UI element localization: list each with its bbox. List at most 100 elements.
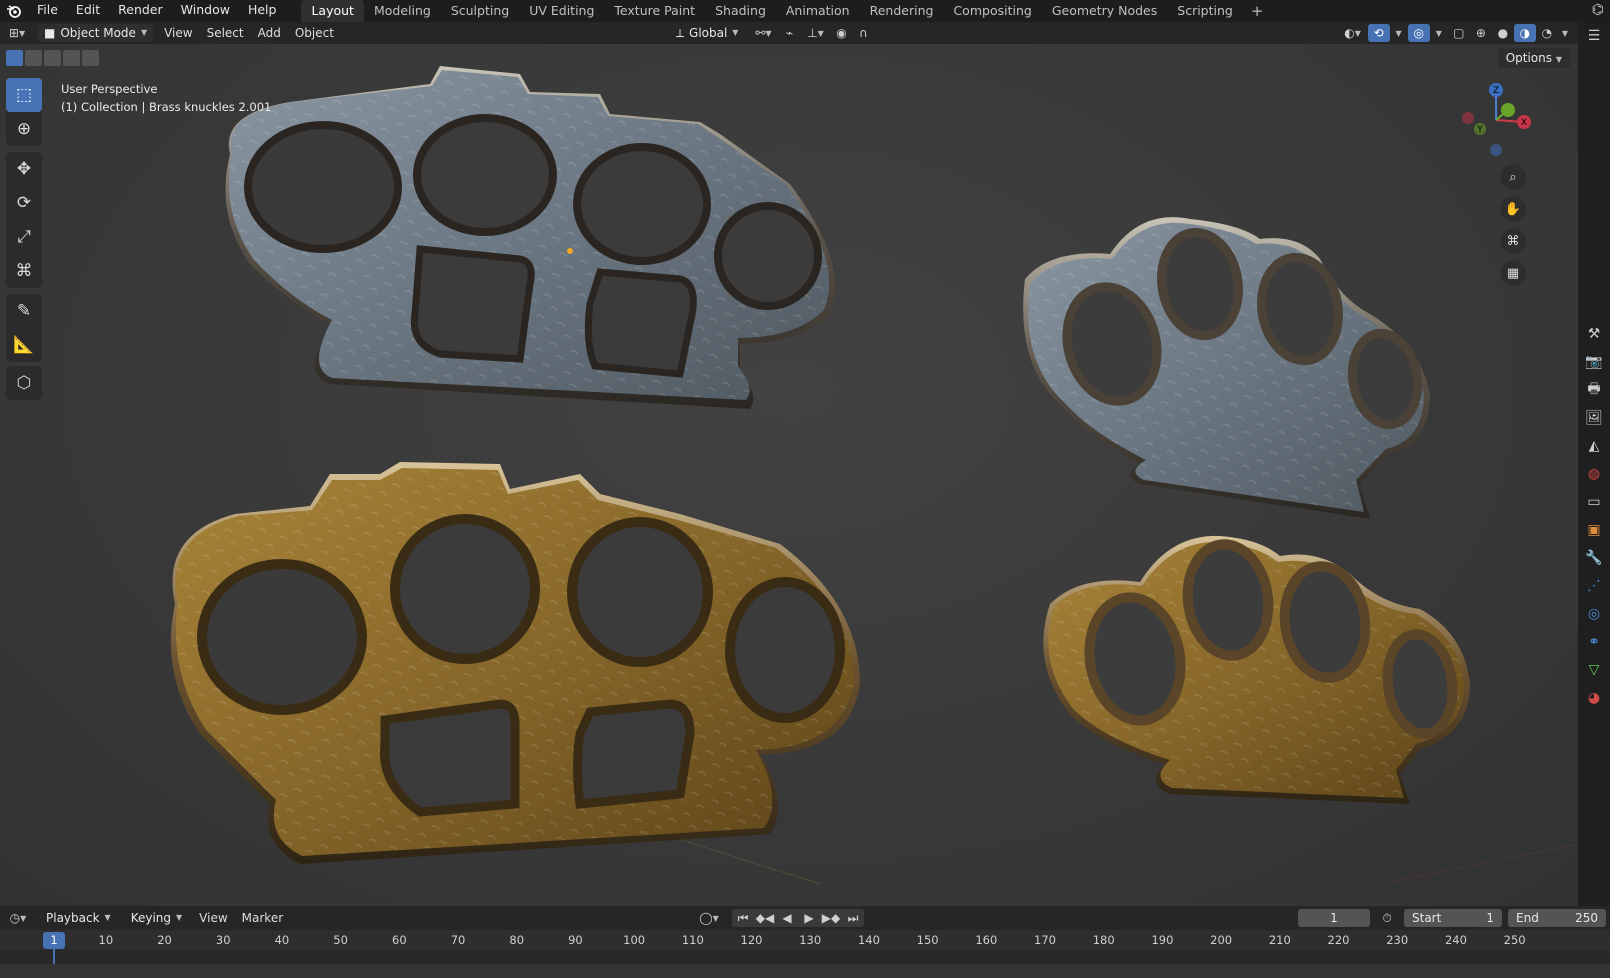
tab-shading[interactable]: Shading — [705, 0, 776, 22]
world-icon[interactable]: ◍ — [1578, 460, 1610, 488]
gizmo-y-axis[interactable] — [1501, 103, 1515, 117]
menu-help[interactable]: Help — [239, 0, 286, 22]
object-icon[interactable]: ▣ — [1578, 516, 1610, 544]
constraints-icon[interactable]: ⚭ — [1578, 628, 1610, 656]
add-cube-icon[interactable]: ⬡ — [6, 366, 42, 400]
end-frame-field[interactable]: End 250 — [1508, 909, 1606, 927]
view-layer-icon[interactable]: 🖼 — [1578, 404, 1610, 432]
play-reverse-icon[interactable]: ◀ — [776, 909, 798, 927]
tool-settings-icon[interactable]: ⚒ — [1578, 320, 1610, 348]
physics-icon[interactable]: ◎ — [1578, 600, 1610, 628]
camera-view-icon[interactable]: ⌘ — [1500, 228, 1526, 254]
jump-start-icon[interactable]: ⏮ — [732, 909, 754, 927]
tab-animation[interactable]: Animation — [776, 0, 860, 22]
select-menu[interactable]: Select — [200, 23, 251, 43]
chevron-down-icon[interactable]: ▼ — [1396, 29, 1402, 38]
add-workspace-icon[interactable]: + — [1243, 0, 1272, 22]
chevron-down-icon[interactable]: ▼ — [1562, 29, 1568, 38]
play-icon[interactable]: ▶ — [798, 909, 820, 927]
material-preview-icon[interactable]: ◑ — [1513, 24, 1536, 42]
overlays-toggle-icon[interactable]: ◎ — [1407, 24, 1430, 42]
playback-menu[interactable]: Playback ▼ — [40, 909, 117, 927]
options-dropdown[interactable]: Options ▼ — [1497, 48, 1570, 68]
steel-knuckle-front[interactable] — [225, 66, 836, 409]
pivot-point-icon[interactable]: ⚯ ▼ — [748, 24, 778, 42]
current-frame-field[interactable]: 1 — [1298, 909, 1370, 927]
scene-icon[interactable]: ◭ — [1578, 432, 1610, 460]
menu-window[interactable]: Window — [172, 0, 239, 22]
tab-modeling[interactable]: Modeling — [364, 0, 441, 22]
zoom-icon[interactable]: ⌕ — [1500, 164, 1526, 190]
navigation-gizmo[interactable]: Z X Y — [1458, 82, 1534, 158]
transform-orientation-dropdown[interactable]: ⟂ Global ▼ — [670, 24, 744, 42]
view-menu[interactable]: View — [157, 23, 199, 43]
outliner-icon[interactable]: ☰ — [1578, 22, 1610, 50]
auto-keying-icon[interactable]: ◯ ▼ — [694, 909, 724, 927]
data-icon[interactable]: ▽ — [1578, 656, 1610, 684]
stopwatch-icon[interactable]: ⏱ — [1376, 909, 1398, 927]
select-invert-icon[interactable] — [63, 50, 80, 66]
gizmo-neg-x[interactable] — [1462, 112, 1474, 124]
select-extend-icon[interactable] — [25, 50, 42, 66]
scale-icon[interactable]: ⤢ — [6, 220, 42, 254]
keying-menu[interactable]: Keying ▼ — [125, 909, 188, 927]
output-icon[interactable]: 🖶 — [1578, 376, 1610, 404]
solid-shading-icon[interactable]: ● — [1492, 24, 1514, 42]
select-box-icon[interactable]: ⬚ — [6, 78, 42, 112]
select-intersect-icon[interactable] — [82, 50, 99, 66]
marker-menu[interactable]: Marker — [235, 908, 290, 928]
prev-keyframe-icon[interactable]: ◆◀ — [754, 909, 776, 927]
collection-icon[interactable]: ▭ — [1578, 488, 1610, 516]
tab-layout[interactable]: Layout — [301, 0, 364, 22]
visibility-icon[interactable]: ◐ ▼ — [1338, 24, 1368, 42]
particles-icon[interactable]: ⋰ — [1578, 572, 1610, 600]
mode-selector[interactable]: ■ Object Mode ▼ — [38, 24, 154, 42]
brass-knuckle-front[interactable] — [170, 462, 861, 864]
next-keyframe-icon[interactable]: ▶◆ — [820, 909, 842, 927]
menu-file[interactable]: File — [28, 0, 67, 22]
timeline-editor-icon[interactable]: ◷ ▼ — [0, 909, 36, 927]
tab-sculpting[interactable]: Sculpting — [441, 0, 519, 22]
snap-toggle-icon[interactable]: ⌁ — [778, 24, 800, 42]
measure-icon[interactable]: 📐 — [6, 328, 42, 362]
rendered-shading-icon[interactable]: ◔ — [1536, 24, 1558, 42]
add-menu[interactable]: Add — [251, 23, 288, 43]
material-icon[interactable]: ◕ — [1578, 684, 1610, 712]
modifier-wrench-icon[interactable]: 🔧 — [1578, 544, 1610, 572]
xray-toggle-icon[interactable]: ▢ — [1448, 24, 1470, 42]
scene-selector-icon[interactable]: ⌬ — [1592, 2, 1604, 18]
3d-viewport[interactable]: ⬚ ⊕ ✥ ⟳ ⤢ ⌘ ✎ 📐 ⬡ User Perspective (1) C… — [0, 44, 1578, 906]
annotate-icon[interactable]: ✎ — [6, 294, 42, 328]
proportional-editing-icon[interactable]: ◉ — [830, 24, 852, 42]
falloff-icon[interactable]: ∩ — [852, 24, 874, 42]
gizmo-toggle-icon[interactable]: ⟲ — [1367, 24, 1390, 42]
wireframe-shading-icon[interactable]: ⊕ — [1470, 24, 1492, 42]
tab-compositing[interactable]: Compositing — [943, 0, 1041, 22]
pan-hand-icon[interactable]: ✋ — [1500, 196, 1526, 222]
render-icon[interactable]: 📷 — [1578, 348, 1610, 376]
select-subtract-icon[interactable] — [44, 50, 61, 66]
steel-knuckle-angled[interactable] — [1023, 217, 1430, 519]
rotate-icon[interactable]: ⟳ — [6, 186, 42, 220]
cursor-icon[interactable]: ⊕ — [6, 112, 42, 146]
start-frame-field[interactable]: Start 1 — [1404, 909, 1502, 927]
transform-icon[interactable]: ⌘ — [6, 254, 42, 288]
object-menu[interactable]: Object — [288, 23, 341, 43]
editor-type-icon[interactable]: ⊞ ▼ — [0, 24, 34, 42]
current-frame-indicator[interactable]: 1 — [43, 932, 65, 949]
blender-logo-icon[interactable] — [0, 0, 28, 22]
select-new-icon[interactable] — [6, 50, 23, 66]
tab-texture-paint[interactable]: Texture Paint — [604, 0, 705, 22]
tab-uv-editing[interactable]: UV Editing — [519, 0, 604, 22]
gizmo-neg-z[interactable] — [1490, 144, 1502, 156]
chevron-down-icon[interactable]: ▼ — [1436, 29, 1442, 38]
tab-scripting[interactable]: Scripting — [1167, 0, 1243, 22]
snap-settings-icon[interactable]: ⊥ ▼ — [800, 24, 830, 42]
jump-end-icon[interactable]: ⏭ — [842, 909, 864, 927]
frame-ruler[interactable]: 10 20 30 40 50 60 70 80 90 100 110 120 130 140 150 160 1… — [0, 930, 1610, 950]
tab-geometry-nodes[interactable]: Geometry Nodes — [1042, 0, 1167, 22]
menu-render[interactable]: Render — [109, 0, 172, 22]
tab-rendering[interactable]: Rendering — [860, 0, 944, 22]
menu-edit[interactable]: Edit — [67, 0, 109, 22]
timeline[interactable]: 10 20 30 40 50 60 70 80 90 100 110 120 130 140 150 160 1… — [0, 930, 1610, 978]
